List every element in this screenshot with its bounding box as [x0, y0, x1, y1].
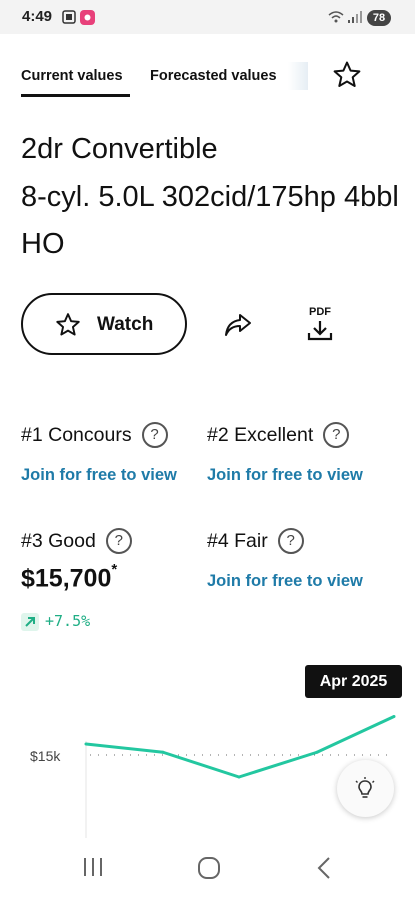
vehicle-title: 2dr Convertible 8-cyl. 5.0L 302cid/175hp… [21, 128, 401, 268]
chart-point [161, 750, 165, 754]
lightbulb-icon [355, 777, 375, 798]
good-value-price: $15,700* [21, 561, 118, 593]
condition-label: #2 Excellent [207, 423, 314, 446]
tips-button[interactable] [337, 760, 394, 817]
recent-apps-icon[interactable] [82, 856, 104, 878]
join-link-excellent[interactable]: Join for free to view [207, 466, 363, 485]
signal-icon [348, 11, 362, 23]
app-notification-icon [80, 10, 95, 25]
chart-date-tooltip: Apr 2025 [305, 665, 402, 698]
help-icon[interactable]: ? [141, 422, 168, 448]
help-icon[interactable]: ? [323, 422, 350, 448]
watch-button[interactable]: Watch [21, 293, 187, 355]
star-icon [56, 313, 80, 336]
tab-scroll-fade [288, 62, 308, 90]
trend-up-icon [21, 612, 39, 631]
vehicle-body-style: 2dr Convertible [21, 133, 218, 165]
favorite-star-icon[interactable] [332, 60, 362, 90]
value-change: +7.5% [21, 612, 90, 631]
condition-label: #3 Good [21, 529, 96, 552]
y-tick-label: $15k [30, 748, 61, 764]
home-icon[interactable] [197, 856, 221, 880]
chart-point [315, 750, 319, 754]
help-icon[interactable]: ? [277, 528, 304, 554]
status-bar: 4:49 78 [0, 0, 415, 34]
chart-point [84, 742, 88, 746]
price-value: $15,700 [21, 564, 112, 593]
chart-point [392, 715, 396, 718]
tab-forecasted-values[interactable]: Forecasted values [150, 68, 285, 84]
price-footnote-mark: * [111, 561, 118, 578]
watch-button-label: Watch [97, 314, 154, 335]
condition-concours: #1 Concours? [21, 422, 168, 448]
help-icon[interactable]: ? [105, 528, 132, 554]
condition-label: #1 Concours [21, 423, 132, 446]
condition-fair: #4 Fair? [207, 528, 304, 554]
wifi-icon [328, 11, 344, 23]
back-icon[interactable] [316, 856, 332, 880]
chart-point [237, 775, 241, 779]
condition-good: #3 Good? [21, 528, 132, 554]
system-navigation-bar [0, 838, 415, 900]
share-icon[interactable] [224, 311, 252, 339]
battery-icon: 78 [367, 10, 391, 26]
join-link-concours[interactable]: Join for free to view [21, 466, 177, 485]
screenshot-icon [62, 10, 76, 24]
active-tab-indicator [21, 94, 130, 97]
value-change-percent: +7.5% [45, 612, 91, 630]
pdf-label: PDF [309, 306, 331, 318]
tab-current-values[interactable]: Current values [21, 68, 123, 84]
join-link-fair[interactable]: Join for free to view [207, 572, 363, 591]
status-time: 4:49 [22, 8, 53, 25]
condition-label: #4 Fair [207, 529, 268, 552]
download-icon [307, 321, 333, 341]
vehicle-engine: 8-cyl. 5.0L 302cid/175hp 4bbl HO [21, 181, 399, 260]
pdf-download-button[interactable]: PDF [304, 306, 336, 342]
condition-excellent: #2 Excellent? [207, 422, 350, 448]
